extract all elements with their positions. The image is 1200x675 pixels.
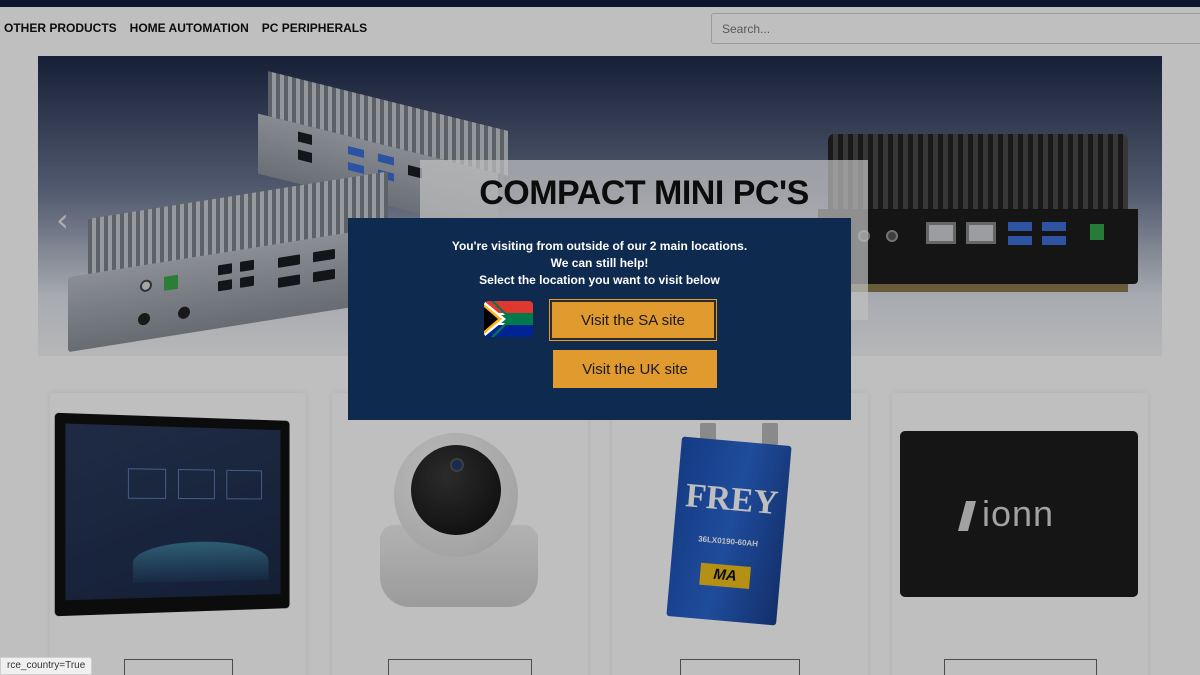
battery-badge: MA (699, 562, 751, 589)
main-navigation: OTHER PRODUCTS HOME AUTOMATION PC PERIPH… (0, 7, 1200, 49)
slider-prev-arrow[interactable]: ‹ (56, 201, 69, 239)
ssd-brand: ionn (982, 493, 1055, 534)
product-button[interactable] (680, 659, 800, 675)
battery-image: FREY 36LX0190-60AH MA (666, 436, 792, 626)
nav-item-pc-peripherals[interactable]: PC PERIPHERALS (262, 21, 367, 35)
nav-item-home-automation[interactable]: HOME AUTOMATION (130, 21, 249, 35)
status-bar-url: rce_country=True (0, 657, 93, 675)
battery-brand: FREY (684, 477, 780, 523)
ssd-image: ionn (900, 431, 1138, 597)
nav-item-other-products[interactable]: OTHER PRODUCTS (4, 21, 117, 35)
panel-pc-image (54, 412, 290, 617)
product-card-ssd[interactable]: ionn (892, 393, 1148, 675)
product-button[interactable] (944, 659, 1097, 675)
modal-line-2: We can still help! (550, 256, 649, 270)
product-button[interactable] (388, 659, 532, 675)
location-modal: You're visiting from outside of our 2 ma… (348, 218, 851, 420)
modal-line-3: Select the location you want to visit be… (479, 273, 720, 287)
south-africa-flag-icon (484, 301, 533, 337)
product-button[interactable] (124, 659, 233, 675)
top-accent-bar (0, 0, 1200, 7)
modal-line-1: You're visiting from outside of our 2 ma… (451, 239, 748, 253)
visit-uk-site-button[interactable]: Visit the UK site (553, 350, 717, 388)
ssd-logo-mark-icon (957, 501, 977, 531)
battery-model: 36LX0190-60AH (697, 534, 759, 549)
visit-sa-site-button[interactable]: Visit the SA site (549, 299, 717, 341)
product-card-camera[interactable] (332, 393, 588, 675)
product-card-battery[interactable]: FREY 36LX0190-60AH MA (612, 393, 868, 675)
search-input[interactable] (711, 13, 1200, 44)
hero-title: COMPACT MINI PC'S (479, 174, 809, 212)
product-card-panel-pc[interactable] (50, 393, 306, 675)
